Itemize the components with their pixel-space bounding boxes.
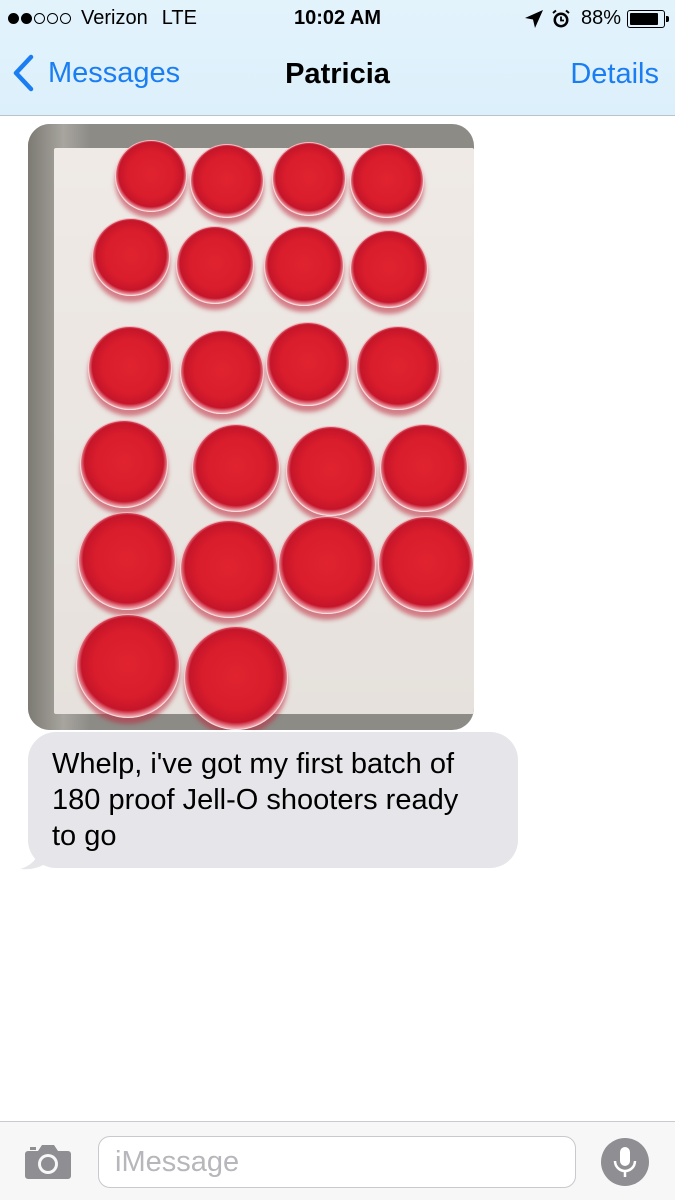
top-bar: Verizon LTE 10:02 AM 88% Messages Patric… (0, 0, 675, 116)
image-message[interactable] (28, 124, 474, 730)
status-right: 88% (523, 7, 669, 30)
message-line: to go (52, 820, 117, 852)
message-line: 180 proof Jell-O shooters ready (52, 784, 459, 816)
jello-shot-cup (350, 144, 424, 218)
text-message-bubble[interactable]: Whelp, i've got my first batch of 180 pr… (28, 732, 518, 868)
alarm-clock-icon (552, 9, 570, 27)
jello-shot-cup (264, 226, 344, 306)
jello-shot-cup (176, 226, 254, 304)
jello-shot-cup (192, 424, 280, 512)
battery-percent: 88% (580, 7, 621, 29)
battery-icon (627, 9, 669, 28)
camera-icon[interactable] (24, 1142, 72, 1180)
jello-shot-cup (278, 516, 376, 614)
jello-shot-cup (378, 516, 474, 612)
jello-shot-cup (80, 420, 168, 508)
navigation-bar: Messages Patricia Details (0, 40, 675, 114)
status-bar: Verizon LTE 10:02 AM 88% (0, 0, 675, 38)
jello-shot-cup (78, 512, 176, 610)
location-arrow-icon (524, 9, 543, 28)
message-input-bar: iMessage (0, 1121, 675, 1200)
microphone-icon[interactable] (600, 1137, 650, 1187)
jello-shot-cup (380, 424, 468, 512)
jello-shot-cup (180, 520, 278, 618)
battery-fill (630, 12, 659, 25)
jello-shot-cup (88, 326, 172, 410)
jello-shot-cup (76, 614, 180, 718)
jello-shot-cup (92, 218, 170, 296)
jello-shot-cup (190, 144, 264, 218)
jello-shot-cup (266, 322, 350, 406)
details-button[interactable]: Details (570, 58, 659, 91)
message-line: Whelp, i've got my first batch of (52, 748, 455, 780)
jello-shot-cup (350, 230, 428, 308)
jello-shot-cup (184, 626, 288, 730)
jello-shot-cup (115, 140, 187, 212)
jello-shot-cup (272, 142, 346, 216)
jello-shot-cup (180, 330, 264, 414)
message-input[interactable]: iMessage (98, 1136, 576, 1188)
jello-shot-cup (356, 326, 440, 410)
bubble-tail (20, 846, 48, 870)
jello-shot-cup (286, 426, 376, 516)
